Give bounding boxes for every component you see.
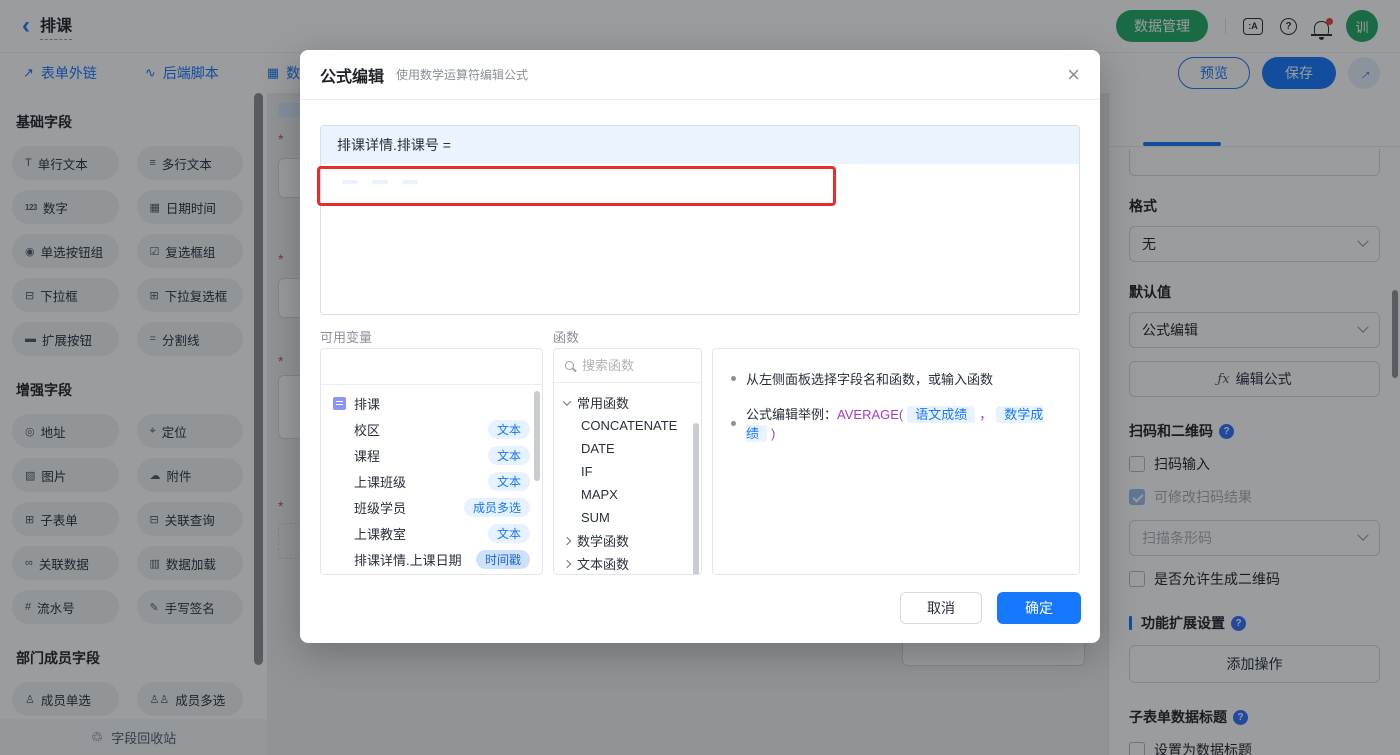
functions-panel: 常用函数 CONCATENATE DATE IF MAPX SUM [553,348,702,575]
function-label: 常用函数 [577,396,630,411]
confirm-button[interactable]: 确定 [997,592,1081,624]
function-search[interactable] [554,349,701,383]
function-row[interactable]: 文本函数 [554,552,701,574]
variable-type-badge: 文本 [487,419,530,439]
functions-list: 常用函数 CONCATENATE DATE IF MAPX SUM 数学函数 文… [554,383,701,574]
variable-label: 上课班级 [354,474,407,490]
help-tip-1: 从左侧面板选择字段名和函数，或输入函数 [731,369,1061,388]
function-row[interactable]: CONCATENATE [554,414,701,437]
help-tip-1-text: 从左侧面板选择字段名和函数，或输入函数 [746,372,994,387]
function-row[interactable]: MAPX [554,483,701,506]
function-row[interactable]: SUM [554,506,701,529]
function-search-input[interactable] [582,358,690,373]
cancel-button[interactable]: 取消 [900,592,982,624]
variable-root-row[interactable]: 排课 [321,390,542,416]
variable-label: 上课教室 [354,526,407,542]
modal-title: 公式编辑 [320,68,385,86]
variables-list: 排课 校区 文本 课程 文本 上课班级 文本 班级学员 成员多选 上课教室 文本 [321,385,542,574]
variable-type-badge: 文本 [487,471,530,491]
variable-label: 校区 [354,422,381,438]
formula-token[interactable] [372,180,388,184]
variable-row[interactable]: 上课班级 文本 [321,468,542,494]
variable-type-badge: 时间戳 [475,549,530,569]
function-label: CONCATENATE [581,418,678,433]
example-close-paren: ) [771,426,776,441]
variable-type-badge: 文本 [487,445,530,465]
variables-tabs [321,349,542,385]
formula-target: 排课详情.排课号 = [321,126,1079,164]
function-row[interactable]: 数学函数 [554,529,701,552]
function-row[interactable]: 常用函数 [554,391,701,414]
functions-scrollbar[interactable] [693,423,699,574]
functions-label: 函数 [553,330,580,345]
form-doc-icon [333,396,346,410]
variable-label: 课程 [354,448,381,464]
function-label: IF [581,464,593,479]
tree-chevron-icon [562,536,572,545]
search-icon [565,361,574,370]
function-label: 数学函数 [577,534,630,549]
tree-chevron-icon [562,559,572,568]
function-label: DATE [581,441,615,456]
bullet-icon [731,420,736,426]
variable-type-badge: 成员多选 [463,497,530,517]
function-row[interactable]: DATE [554,437,701,460]
variables-scrollbar[interactable] [534,391,540,481]
function-row[interactable]: IF [554,460,701,483]
help-panel: 从左侧面板选择字段名和函数，或输入函数 公式编辑举例：AVERAGE(语文成绩，… [712,348,1080,575]
formula-edit-modal: 公式编辑 使用数学运算符编辑公式 × 排课详情.排课号 = 可用变量 函数 排课… [300,50,1100,643]
variable-row[interactable]: 课程 文本 [321,442,542,468]
formula-token[interactable] [342,180,358,184]
formula-expression[interactable] [321,164,1079,200]
example-function: AVERAGE( [837,407,904,422]
variable-row[interactable]: 班级学员 成员多选 [321,494,542,520]
tree-chevron-icon [562,396,572,406]
example-prefix: 公式编辑举例： [746,407,838,422]
help-tip-2: 公式编辑举例：AVERAGE(语文成绩，数学成绩) [731,404,1061,442]
variable-type-badge: 文本 [487,523,530,543]
modal-header: 公式编辑 使用数学运算符编辑公式 × [300,50,1100,100]
example-arg-1: 语文成绩 [907,406,976,423]
bullet-icon [731,376,736,381]
variables-label: 可用变量 [320,330,373,345]
variable-row[interactable]: 排课详情.时段 文本 [321,572,542,574]
variable-root-label: 排课 [354,396,381,412]
function-label: MAPX [581,487,618,502]
help-tip-2-text: 公式编辑举例：AVERAGE(语文成绩，数学成绩) [746,404,1061,442]
example-comma: ， [979,407,993,422]
variable-row[interactable]: 排课详情.上课日期 时间戳 [321,546,542,572]
close-icon[interactable]: × [1067,63,1080,86]
function-label: 文本函数 [577,557,630,572]
variables-panel: 排课 校区 文本 课程 文本 上课班级 文本 班级学员 成员多选 上课教室 文本 [320,348,543,575]
formula-token[interactable] [402,180,418,184]
modal-subtitle: 使用数学运算符编辑公式 [396,68,529,82]
variable-label: 排课详情.上课日期 [354,552,462,568]
variable-row[interactable]: 上课教室 文本 [321,520,542,546]
variable-label: 班级学员 [354,500,407,516]
variable-row[interactable]: 校区 文本 [321,416,542,442]
formula-editor[interactable]: 排课详情.排课号 = [320,125,1080,315]
function-label: SUM [581,510,610,525]
